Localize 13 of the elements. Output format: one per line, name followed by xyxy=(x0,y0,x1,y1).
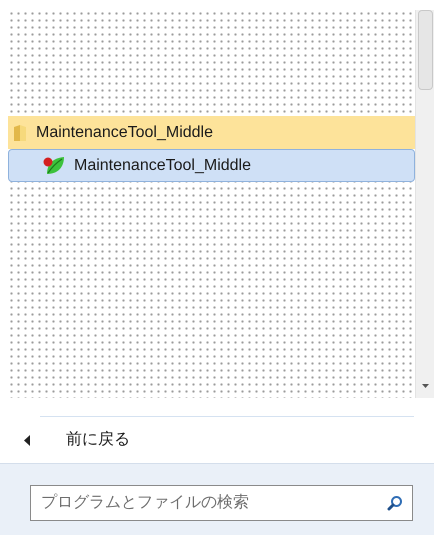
folder-item[interactable]: MaintenanceTool_Middle xyxy=(8,116,415,149)
item-label: MaintenanceTool_Middle xyxy=(74,156,251,176)
search-field[interactable]: プログラムとファイルの検索 xyxy=(30,485,413,521)
leaf-icon xyxy=(43,156,65,176)
scroll-down-icon[interactable] xyxy=(422,384,428,388)
left-arrow-icon xyxy=(24,434,30,446)
back-button[interactable]: 前に戻る xyxy=(0,417,434,463)
scrollbar[interactable] xyxy=(415,10,434,398)
search-icon[interactable] xyxy=(387,495,403,511)
scrollbar-thumb[interactable] xyxy=(418,10,432,90)
item-label: MaintenanceTool_Middle xyxy=(36,122,213,142)
folder-icon xyxy=(13,124,27,142)
program-item[interactable]: MaintenanceTool_Middle xyxy=(8,149,415,182)
